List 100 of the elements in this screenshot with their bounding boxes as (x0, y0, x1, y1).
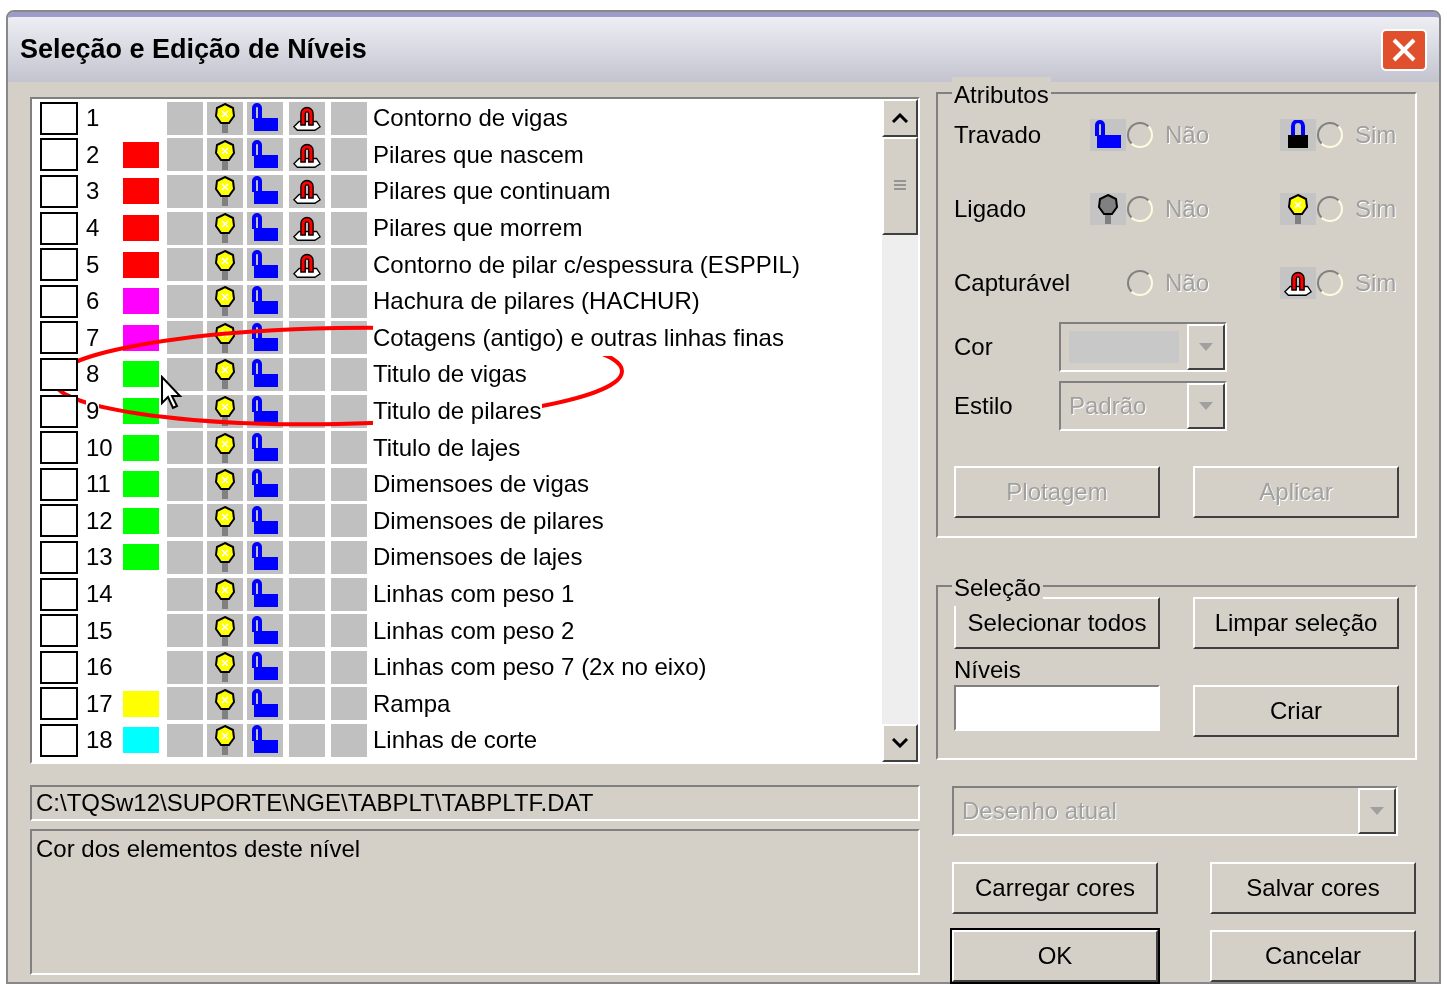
open-padlock-icon (250, 176, 280, 207)
checkbox[interactable] (40, 138, 78, 172)
scrollbar[interactable] (882, 99, 918, 762)
grid-cell[interactable] (207, 357, 243, 391)
grid-cell (167, 723, 203, 757)
grid-cell[interactable] (207, 175, 243, 208)
grid-cell[interactable] (289, 138, 325, 172)
checkbox[interactable] (40, 101, 78, 135)
lightbulb-icon (214, 614, 236, 647)
grid-cell[interactable] (289, 175, 325, 208)
grid-cell[interactable] (247, 175, 283, 208)
attribute-label: Capturável (954, 268, 1072, 298)
open-padlock-icon (250, 725, 280, 756)
grid-cell[interactable] (289, 614, 325, 648)
grid-cell[interactable] (289, 101, 325, 135)
grid-cell (167, 650, 203, 684)
dialog-button[interactable]: OK (952, 930, 1158, 982)
grid-cell[interactable] (247, 687, 283, 721)
grid-cell[interactable] (207, 431, 243, 465)
dialog-button[interactable]: Criar (1193, 685, 1399, 737)
checkbox[interactable] (40, 321, 78, 355)
dialog-button[interactable]: Salvar cores (1210, 862, 1416, 914)
grid-cell[interactable] (247, 540, 283, 574)
dialog-button[interactable]: Limpar seleção (1193, 597, 1399, 649)
grid-cell[interactable] (207, 101, 243, 135)
checkbox[interactable] (40, 614, 78, 648)
checkbox[interactable] (40, 431, 78, 465)
grid-cell[interactable] (207, 723, 243, 757)
checkbox[interactable] (40, 211, 78, 245)
checkbox[interactable] (40, 248, 78, 282)
grid-cell[interactable] (207, 211, 243, 245)
grid-cell[interactable] (289, 650, 325, 684)
grid-cell[interactable] (289, 431, 325, 465)
grid-cell[interactable] (289, 211, 325, 245)
grid-cell[interactable] (207, 614, 243, 648)
grid-cell[interactable] (247, 650, 283, 684)
grid-cell[interactable] (247, 723, 283, 757)
grid-cell[interactable] (289, 540, 325, 574)
grid-cell[interactable] (289, 577, 325, 611)
grid-cell[interactable] (207, 687, 243, 721)
grid-cell[interactable] (247, 211, 283, 245)
grid-cell[interactable] (289, 357, 325, 391)
checkbox[interactable] (40, 577, 78, 611)
grid-cell[interactable] (289, 687, 325, 721)
dialog-button[interactable]: Carregar cores (952, 862, 1158, 914)
grid-cell (331, 175, 367, 208)
grid-cell (167, 614, 203, 648)
grid-cell[interactable] (247, 101, 283, 135)
grid-cell[interactable] (247, 431, 283, 465)
dropdown-arrow-icon (1199, 343, 1213, 351)
grid-cell[interactable] (247, 284, 283, 318)
grid-cell[interactable] (207, 540, 243, 574)
grid-cell[interactable] (289, 284, 325, 318)
scroll-up-icon (891, 113, 909, 123)
grid-cell[interactable] (207, 504, 243, 538)
checkbox[interactable] (40, 540, 78, 574)
open-padlock-icon (250, 139, 280, 170)
grid-cell[interactable] (207, 467, 243, 501)
grid-cell (331, 284, 367, 318)
checkbox[interactable] (40, 357, 78, 391)
grip-icon (894, 179, 906, 193)
grid-cell[interactable] (247, 138, 283, 172)
checkbox[interactable] (40, 687, 78, 721)
field-label: Níveis (954, 655, 1022, 685)
grid-cell (167, 357, 203, 391)
checkbox[interactable] (40, 504, 78, 538)
open-padlock-icon (250, 652, 280, 683)
checkbox[interactable] (40, 394, 78, 428)
checkbox[interactable] (40, 467, 78, 501)
dialog-button[interactable]: Cancelar (1210, 930, 1416, 982)
checkbox[interactable] (40, 650, 78, 684)
close-button[interactable] (1381, 28, 1427, 71)
checkbox[interactable] (40, 284, 78, 318)
grid-cell[interactable] (247, 614, 283, 648)
lightbulb-icon (214, 541, 236, 574)
open-padlock-icon (250, 103, 280, 134)
grid-cell (331, 650, 367, 684)
grid-cell[interactable] (207, 577, 243, 611)
grid-cell (167, 687, 203, 721)
grid-cell[interactable] (207, 248, 243, 282)
grid-cell (331, 577, 367, 611)
grid-cell[interactable] (207, 138, 243, 172)
grid-cell[interactable] (289, 723, 325, 757)
grid-cell (167, 211, 203, 245)
grid-cell[interactable] (247, 577, 283, 611)
grid-cell[interactable] (207, 284, 243, 318)
levels-input-field[interactable] (954, 685, 1160, 731)
checkbox[interactable] (40, 175, 78, 208)
checkbox[interactable] (40, 723, 78, 757)
grid-cell (167, 175, 203, 208)
grid-cell[interactable] (247, 357, 283, 391)
grid-cell[interactable] (289, 504, 325, 538)
grid-cell[interactable] (247, 467, 283, 501)
grid-cell[interactable] (289, 467, 325, 501)
grid-cell[interactable] (247, 504, 283, 538)
open-padlock-icon (250, 359, 280, 390)
grid-cell[interactable] (289, 248, 325, 282)
lightbulb-icon (214, 358, 236, 391)
grid-cell[interactable] (247, 248, 283, 282)
grid-cell[interactable] (207, 650, 243, 684)
